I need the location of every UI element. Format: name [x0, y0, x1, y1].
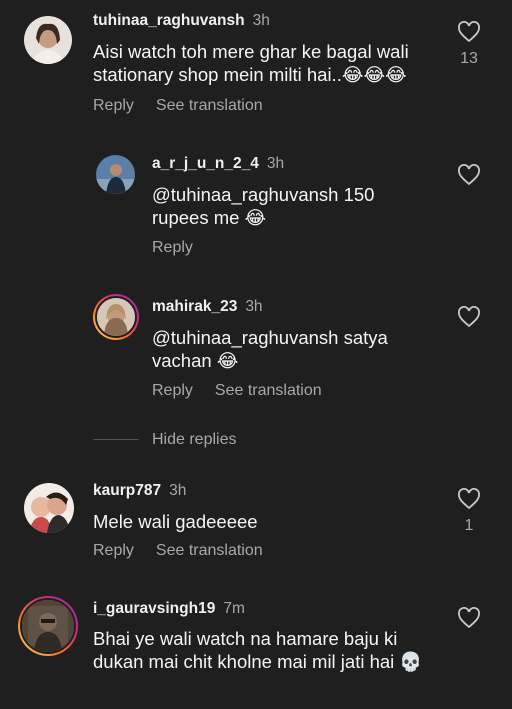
- comment-text: @tuhinaa_raghuvansh satya vachan 😂: [152, 327, 388, 371]
- heart-icon[interactable]: [457, 164, 481, 186]
- like-count: 13: [460, 50, 478, 67]
- comment-username[interactable]: kaurp787 3h: [93, 482, 186, 500]
- hide-replies-divider: [93, 439, 139, 440]
- heart-icon[interactable]: [457, 306, 481, 328]
- reply-button[interactable]: Reply: [152, 239, 193, 256]
- comment-time: 3h: [266, 155, 285, 172]
- avatar[interactable]: [96, 155, 135, 194]
- comment-username[interactable]: a_r_j_u_n_2_4 3h: [152, 155, 284, 173]
- heart-icon[interactable]: [457, 607, 481, 629]
- comment-text: Bhai ye wali watch na hamare baju ki duk…: [93, 628, 423, 672]
- see-translation-button[interactable]: See translation: [215, 382, 322, 399]
- comment-username[interactable]: i_gauravsingh19 7m: [93, 600, 245, 618]
- comment-text: Aisi watch toh mere ghar ke bagal wali s…: [93, 41, 409, 85]
- hide-replies-button[interactable]: Hide replies: [152, 431, 236, 449]
- comment-time: 3h: [245, 298, 263, 315]
- see-translation-button[interactable]: See translation: [156, 542, 263, 559]
- comment-time: 3h: [169, 482, 187, 499]
- comment-time: 7m: [223, 600, 245, 617]
- heart-icon[interactable]: [457, 21, 481, 43]
- comment-actions: Reply: [152, 239, 215, 257]
- comment-item: i_gauravsingh19 7m Bhai ye wali watch na …: [0, 590, 512, 709]
- comment-actions: Reply See translation: [93, 542, 285, 560]
- comment-username[interactable]: tuhinaa_raghuvansh 3h: [93, 12, 270, 30]
- avatar[interactable]: [93, 294, 139, 340]
- reply-button[interactable]: Reply: [93, 542, 134, 559]
- comment-time: 3h: [252, 12, 270, 29]
- like-count: 1: [464, 517, 474, 534]
- reply-item: a_r_j_u_n_2_4 3h @tuhinaa_raghuvansh 150 …: [0, 140, 512, 270]
- see-translation-button[interactable]: See translation: [156, 97, 263, 114]
- avatar[interactable]: [18, 596, 78, 656]
- comment-item: kaurp787 3h Mele wali gadeeeee Reply See t…: [0, 470, 512, 570]
- reply-item: mahirak_23 3h @tuhinaa_raghuvansh satya v…: [0, 283, 512, 413]
- comment-item: tuhinaa_raghuvansh 3h Aisi watch toh mere…: [0, 0, 512, 130]
- reply-button[interactable]: Reply: [152, 382, 193, 399]
- avatar[interactable]: [24, 483, 74, 533]
- heart-icon[interactable]: [457, 488, 481, 510]
- comment-text: @tuhinaa_raghuvansh 150 rupees me 😂: [152, 184, 375, 228]
- comment-actions: Reply See translation: [93, 97, 285, 115]
- comment-text: Mele wali gadeeeee: [93, 511, 258, 532]
- comment-username[interactable]: mahirak_23 3h: [152, 298, 263, 316]
- reply-button[interactable]: Reply: [93, 97, 134, 114]
- avatar[interactable]: [24, 16, 72, 64]
- comment-actions: Reply See translation: [152, 382, 344, 400]
